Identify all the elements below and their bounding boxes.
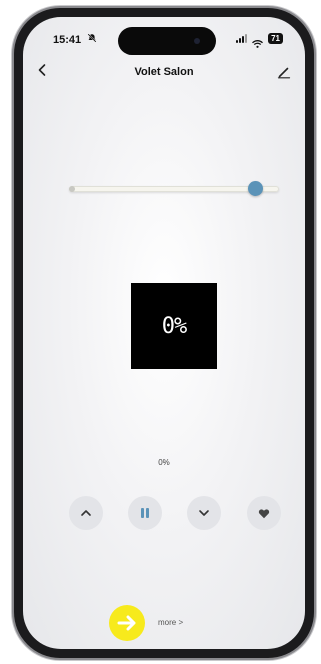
shutter-controls	[69, 496, 281, 530]
slider-thumb[interactable]	[248, 181, 264, 196]
arrow-right-icon	[117, 615, 136, 631]
more-arrow-button[interactable]	[109, 605, 145, 641]
close-button[interactable]	[187, 496, 221, 530]
status-indicators: 71	[236, 33, 283, 48]
battery-indicator: 71	[268, 33, 283, 44]
chevron-down-icon	[199, 510, 209, 516]
edit-button[interactable]	[277, 65, 291, 79]
signal-bars-icon	[236, 34, 248, 43]
pause-icon	[141, 508, 149, 518]
app-screen: 15:41 71 Volet Salon 0% 0% more >	[23, 17, 305, 649]
camera-dot	[194, 38, 200, 44]
pause-button[interactable]	[128, 496, 162, 530]
chevron-up-icon	[81, 510, 91, 516]
position-display-value: 0%	[161, 313, 187, 339]
heart-icon	[258, 508, 270, 518]
position-percent-label: 0%	[158, 458, 170, 467]
position-display: 0%	[131, 283, 217, 369]
bell-slash-icon	[87, 33, 97, 46]
more-link[interactable]: more >	[158, 618, 183, 627]
wifi-icon	[252, 35, 264, 48]
position-slider[interactable]	[69, 181, 279, 197]
pencil-icon	[277, 67, 291, 79]
favorite-button[interactable]	[247, 496, 281, 530]
slider-min-cap	[69, 186, 75, 192]
status-time: 15:41	[53, 34, 82, 46]
page-title: Volet Salon	[134, 66, 194, 78]
phone-frame: 15:41 71 Volet Salon 0% 0% more >	[14, 8, 314, 658]
open-button[interactable]	[69, 496, 103, 530]
dynamic-island	[118, 27, 216, 55]
